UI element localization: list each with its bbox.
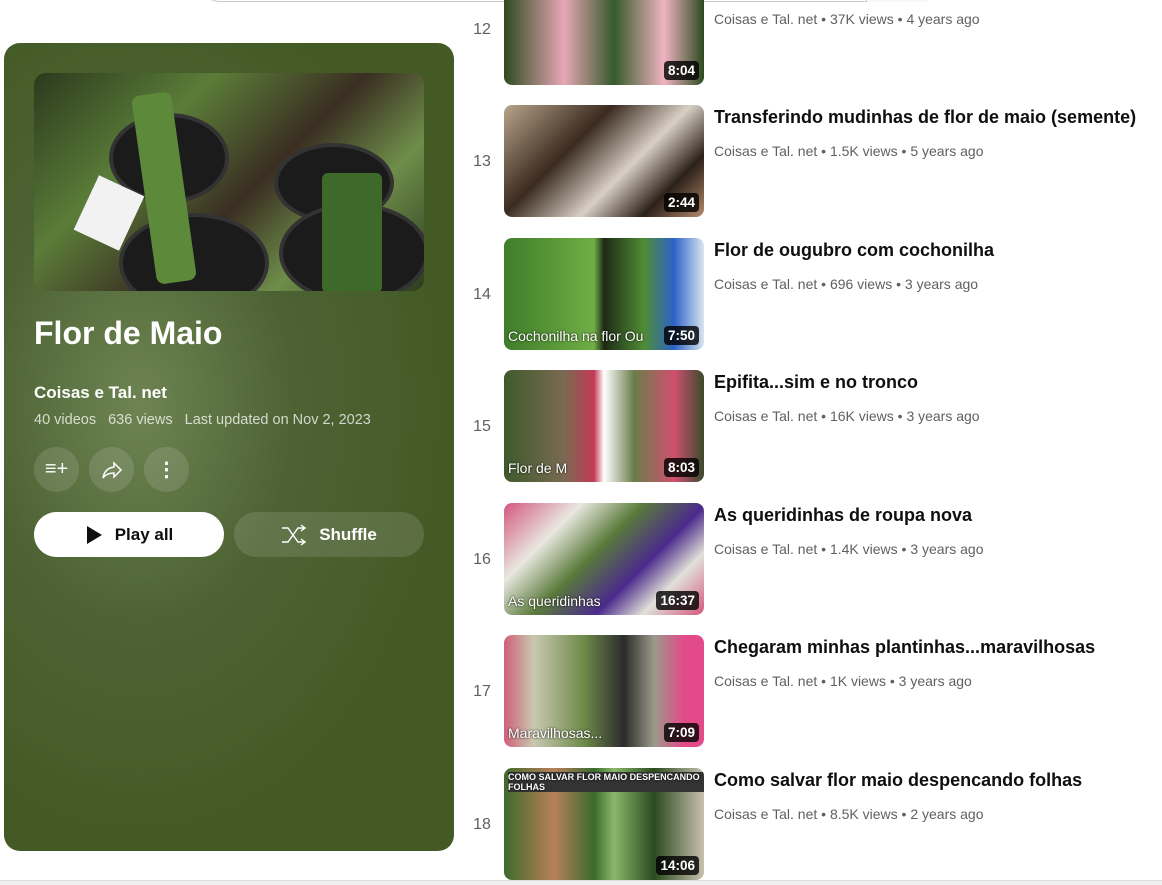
video-age: 3 years ago <box>904 276 979 292</box>
playlist-video-item[interactable]: 15 Flor de M 8:03 Epifita...sim e no tro… <box>460 370 1162 482</box>
video-views: 696 views <box>829 276 893 292</box>
playlist-title: Flor de Maio <box>34 315 223 351</box>
duration-badge: 7:50 <box>663 326 699 345</box>
playlist-cover-thumbnail[interactable] <box>34 73 424 291</box>
more-actions-button[interactable]: ⋮ <box>144 447 189 492</box>
video-meta: Coisas e Tal. net • 16K views • 3 years … <box>714 408 980 424</box>
shuffle-icon <box>282 523 307 546</box>
video-index: 15 <box>473 418 491 435</box>
playlist-add-icon: ≡+ <box>44 458 69 480</box>
duration-badge: 16:37 <box>656 591 699 610</box>
video-title[interactable]: Transferindo mudinhas de flor de maio (s… <box>714 107 1136 128</box>
playlist-video-item[interactable]: 16 As queridinhas 16:37 As queridinhas d… <box>460 503 1162 615</box>
video-index: 18 <box>473 816 491 833</box>
video-title[interactable]: Flor de ougubro com cochonilha <box>714 240 994 261</box>
video-views: 37K views <box>829 11 894 27</box>
video-meta: Coisas e Tal. net • 1.4K views • 3 years… <box>714 541 984 557</box>
video-thumbnail[interactable]: As queridinhas 16:37 <box>504 503 704 615</box>
video-views: 1K views <box>829 673 886 689</box>
video-age: 3 years ago <box>898 673 972 689</box>
play-all-button[interactable]: Play all <box>34 512 224 557</box>
video-age: 5 years ago <box>910 143 984 159</box>
video-age: 3 years ago <box>910 541 984 557</box>
video-thumbnail[interactable]: 8:04 <box>504 0 704 85</box>
horizontal-scrollbar[interactable] <box>0 880 1162 885</box>
last-updated: Last updated on Nov 2, 2023 <box>184 412 371 428</box>
channel-link[interactable]: Coisas e Tal. net <box>714 673 817 689</box>
channel-link[interactable]: Coisas e Tal. net <box>714 276 817 292</box>
video-age: 2 years ago <box>910 806 984 822</box>
video-meta: Coisas e Tal. net • 1.5K views • 5 years… <box>714 143 984 159</box>
video-views: 1.4K views <box>829 541 898 557</box>
play-icon <box>86 525 102 544</box>
share-button[interactable] <box>89 447 134 492</box>
video-thumbnail[interactable]: Flor de M 8:03 <box>504 370 704 482</box>
channel-link[interactable]: Coisas e Tal. net <box>714 11 817 27</box>
video-age: 4 years ago <box>906 11 980 27</box>
channel-link[interactable]: Coisas e Tal. net <box>714 806 817 822</box>
playlist-video-item[interactable]: 17 Maravilhosas... 7:09 Chegaram minhas … <box>460 635 1162 747</box>
channel-link[interactable]: Coisas e Tal. net <box>714 408 817 424</box>
video-index: 13 <box>473 153 491 170</box>
save-playlist-button[interactable]: ≡+ <box>34 447 79 492</box>
video-index: 17 <box>473 683 491 700</box>
duration-badge: 2:44 <box>663 193 699 212</box>
video-count: 40 videos <box>34 412 97 428</box>
video-thumbnail[interactable]: Maravilhosas... 7:09 <box>504 635 704 747</box>
thumbnail-overlay-text: COMO SALVAR FLOR MAIO DESPENCANDO FOLHAS <box>508 772 704 792</box>
playlist-video-item[interactable]: 13 2:44 Transferindo mudinhas de flor de… <box>460 105 1162 217</box>
thumbnail-overlay-text: Maravilhosas... <box>508 725 603 741</box>
playlist-video-item[interactable]: 12 8:04 Coisas e Tal. net • 37K views • … <box>460 0 1162 85</box>
video-title[interactable]: Epifita...sim e no tronco <box>714 372 918 393</box>
thumbnail-overlay-text: Flor de M <box>508 460 568 476</box>
duration-badge: 8:03 <box>663 458 699 477</box>
video-thumbnail[interactable]: Cochonilha na flor Ou 7:50 <box>504 238 704 350</box>
channel-link[interactable]: Coisas e Tal. net <box>714 143 817 159</box>
video-index: 16 <box>473 551 491 568</box>
thumbnail-overlay-text: Cochonilha na flor Ou <box>508 328 644 344</box>
video-thumbnail[interactable]: 2:44 <box>504 105 704 217</box>
playlist-video-item[interactable]: 14 Cochonilha na flor Ou 7:50 Flor de ou… <box>460 238 1162 350</box>
playlist-header-panel: Flor de Maio Coisas e Tal. net 40 videos… <box>4 43 454 851</box>
video-age: 3 years ago <box>906 408 980 424</box>
video-meta: Coisas e Tal. net • 1K views • 3 years a… <box>714 673 972 689</box>
video-views: 1.5K views <box>829 143 898 159</box>
playlist-owner-link[interactable]: Coisas e Tal. net <box>34 383 167 403</box>
video-views: 16K views <box>829 408 894 424</box>
share-icon <box>101 460 122 479</box>
video-meta: Coisas e Tal. net • 37K views • 4 years … <box>714 11 980 27</box>
thumbnail-overlay-text: As queridinhas <box>508 593 601 609</box>
video-title[interactable]: Como salvar flor maio despencando folhas <box>714 770 1082 791</box>
duration-badge: 7:09 <box>663 723 699 742</box>
view-count: 636 views <box>108 412 173 428</box>
playlist-video-item[interactable]: 18 COMO SALVAR FLOR MAIO DESPENCANDO FOL… <box>460 768 1162 880</box>
video-thumbnail[interactable]: COMO SALVAR FLOR MAIO DESPENCANDO FOLHAS… <box>504 768 704 880</box>
duration-badge: 8:04 <box>663 61 699 80</box>
shuffle-button[interactable]: Shuffle <box>234 512 424 557</box>
duration-badge: 14:06 <box>656 856 699 875</box>
video-index: 12 <box>473 21 491 38</box>
more-vert-icon: ⋮ <box>156 459 177 481</box>
video-index: 14 <box>473 286 491 303</box>
channel-link[interactable]: Coisas e Tal. net <box>714 541 817 557</box>
play-all-label: Play all <box>114 524 174 544</box>
video-views: 8.5K views <box>829 806 898 822</box>
playlist-meta: 40 videos 636 views Last updated on Nov … <box>34 412 379 428</box>
video-title[interactable]: As queridinhas de roupa nova <box>714 505 972 526</box>
video-meta: Coisas e Tal. net • 696 views • 3 years … <box>714 276 979 292</box>
shuffle-label: Shuffle <box>319 524 377 544</box>
video-meta: Coisas e Tal. net • 8.5K views • 2 years… <box>714 806 984 822</box>
video-title[interactable]: Chegaram minhas plantinhas...maravilhosa… <box>714 637 1095 658</box>
